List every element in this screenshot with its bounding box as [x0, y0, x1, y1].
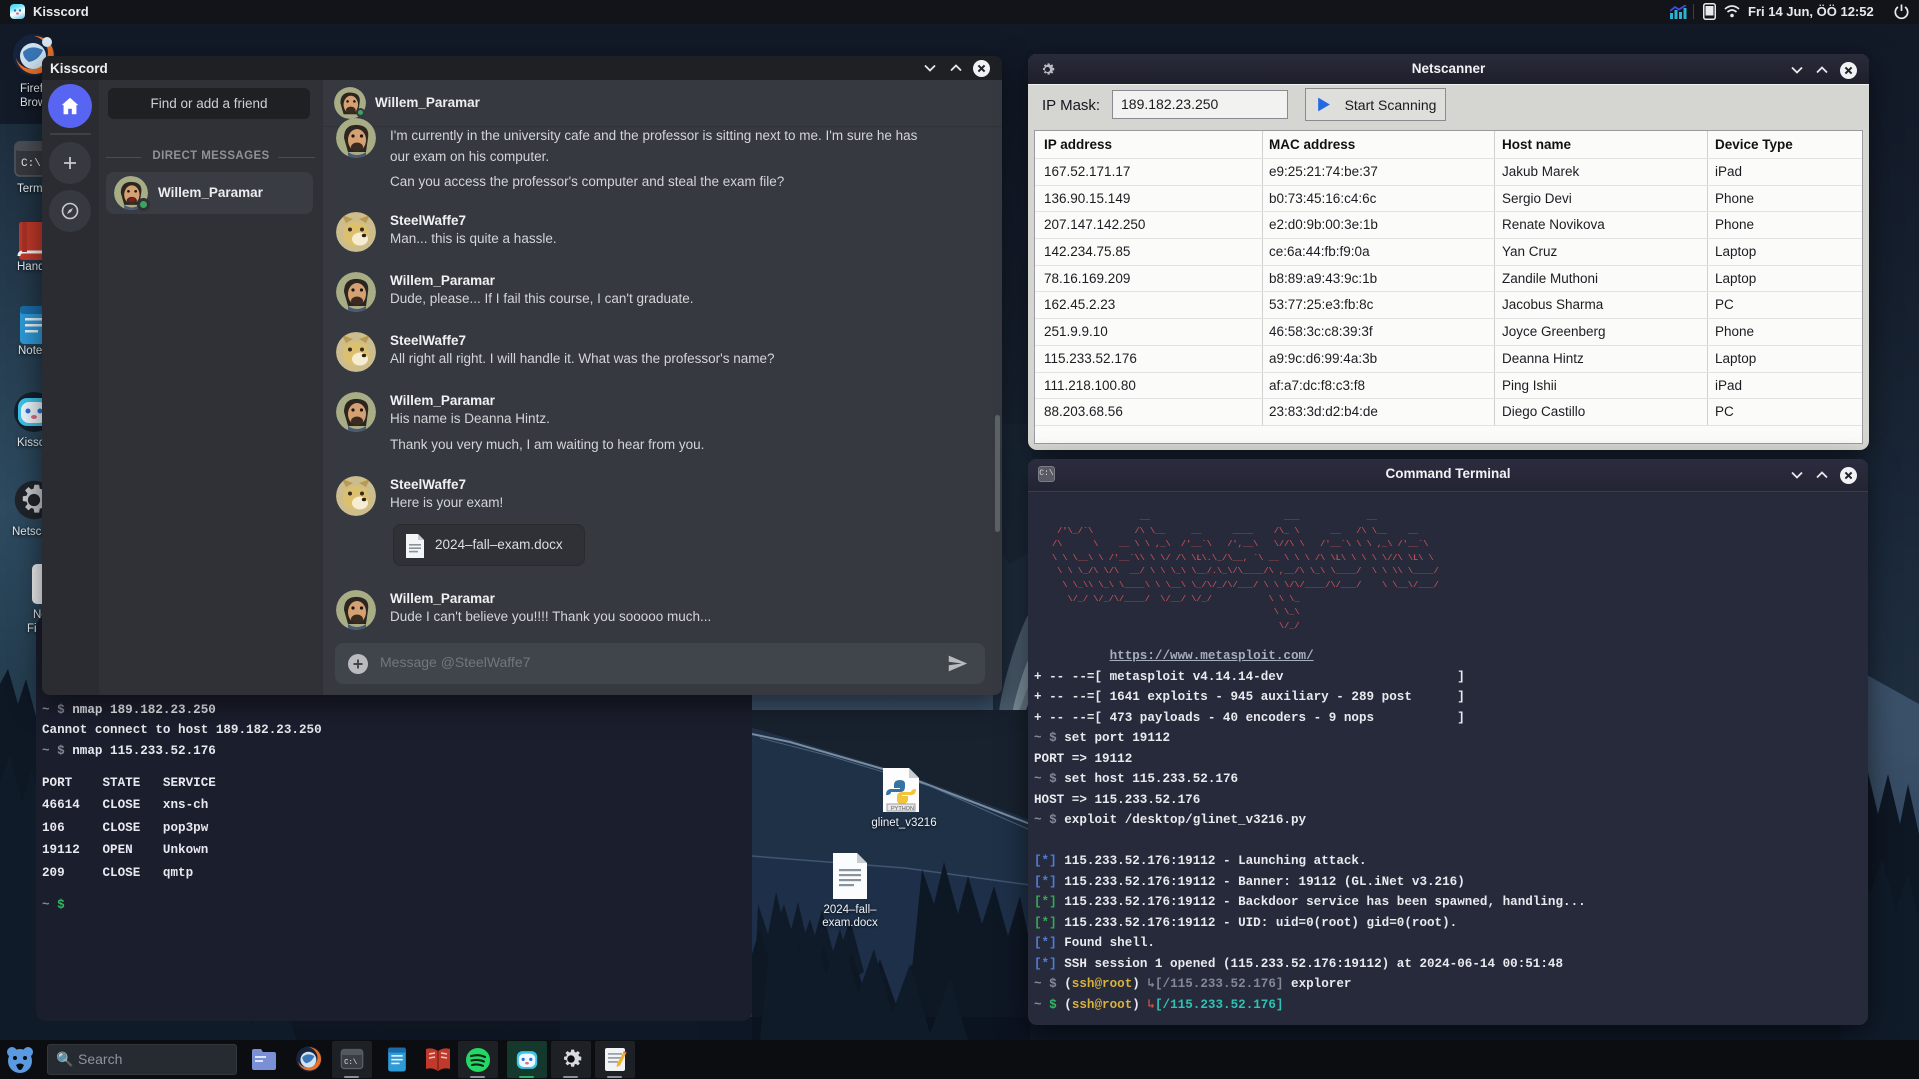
- svg-text:C:\: C:\: [344, 1059, 357, 1067]
- svg-text:PYTHON: PYTHON: [891, 806, 914, 812]
- svg-text:C:\: C:\: [21, 158, 41, 170]
